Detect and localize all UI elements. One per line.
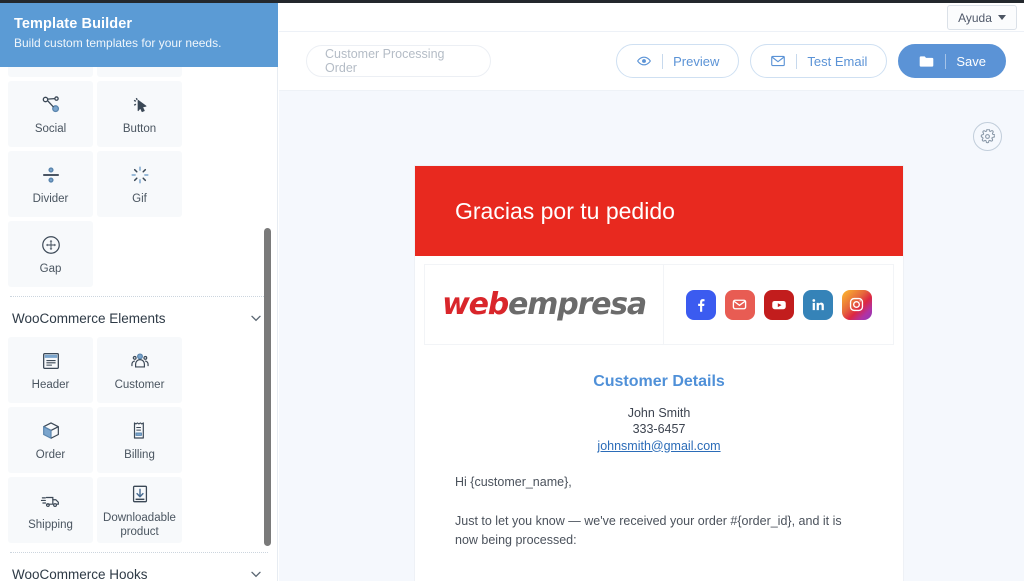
button-separator [945,53,947,69]
webempresa-logo: webempresa [442,287,647,322]
template-name-input[interactable]: Customer Processing Order [306,45,491,77]
woocommerce-elements-grid: Header Customer Order Billing Shipping D… [8,337,270,543]
chevron-down-icon[interactable] [248,566,264,581]
customer-phone: 333-6457 [632,422,686,437]
eye-icon [636,53,652,69]
email-greeting: Hi {customer_name}, [455,475,572,490]
element-tile-label: Gif [132,193,147,206]
gap-icon [40,231,62,259]
element-tile-shipping[interactable]: Shipping [8,477,93,543]
customer-email-link[interactable]: johnsmith@gmail.com [455,438,863,455]
app-root: Text Image Social Button Divider Gif Gap… [0,0,1024,581]
element-tile-label: Shipping [28,519,73,532]
editor-toolbar: Customer Processing Order Preview Test E… [279,32,1024,91]
logo-text-gray: empresa [508,287,647,322]
customer-details-heading: Customer Details [593,373,725,390]
basic-elements-grid: Text Image Social Button Divider Gif Gap [8,11,270,287]
email-logo-cell[interactable]: webempresa [424,264,664,345]
template-name-value: Customer Processing Order [325,47,445,75]
preview-button[interactable]: Preview [616,44,740,78]
elements-sidebar: Text Image Social Button Divider Gif Gap… [0,3,278,581]
envelope-icon [770,53,786,69]
element-tile-image[interactable]: Image [97,11,182,77]
email-brand-row[interactable]: webempresa [424,264,894,345]
element-tile-order[interactable]: Order [8,407,93,473]
order-box-icon [40,417,62,445]
element-tile-button[interactable]: Button [97,81,182,147]
save-label: Save [956,53,986,69]
top-bar: Ayuda [279,3,1024,32]
email-body-paragraph: Just to let you know — we've received yo… [455,513,842,548]
help-label: Ayuda [958,10,992,25]
customer-icon [129,347,151,375]
gif-icon [129,161,151,189]
element-tile-gap[interactable]: Gap [8,221,93,287]
element-tile-label: Button [122,123,157,136]
test-email-button[interactable]: Test Email [750,44,888,78]
element-tile-label: Gap [39,263,62,276]
linkedin-icon[interactable] [802,289,833,320]
logo-text-red: web [442,287,509,322]
section-header-woocommerce-elements[interactable]: WooCommerce Elements [8,297,270,337]
section-title: WooCommerce Elements [12,310,166,326]
save-button[interactable]: Save [898,44,1006,78]
element-tile-label: Text [39,53,62,66]
element-tile-downloadable-product[interactable]: Downloadable product [97,477,182,543]
toolbar-actions: Preview Test Email Save [616,44,1006,78]
element-tile-label: Billing [124,449,155,462]
main-area: Ayuda Customer Processing Order Preview … [279,3,1024,581]
gear-icon[interactable] [973,122,1002,151]
sidebar-scroll-area: Text Image Social Button Divider Gif Gap… [0,3,277,581]
email-icon[interactable] [724,289,755,320]
customer-name: John Smith [627,406,691,420]
divider-icon [40,161,62,189]
element-tile-label: Header [31,379,70,392]
caret-down-icon [997,15,1006,20]
header-block-icon [40,347,62,375]
button-icon [129,91,151,119]
youtube-icon[interactable] [763,289,794,320]
instagram-icon[interactable] [841,289,872,320]
facebook-icon[interactable] [685,289,716,320]
email-social-cell[interactable] [664,264,894,345]
image-icon [129,21,151,49]
element-tile-customer[interactable]: Customer [97,337,182,403]
billing-receipt-icon [129,417,151,445]
sidebar-scrollbar-track[interactable] [264,6,274,581]
element-tile-billing[interactable]: Billing [97,407,182,473]
element-tile-divider[interactable]: Divider [8,151,93,217]
text-icon [40,21,62,49]
help-dropdown[interactable]: Ayuda [947,5,1017,30]
section-title: WooCommerce Hooks [12,566,148,581]
email-hero-heading: Gracias por tu pedido [455,197,675,224]
preview-label: Preview [673,53,720,69]
shipping-truck-icon [40,487,62,515]
element-tile-label: Order [35,449,66,462]
download-icon [129,480,151,508]
test-email-label: Test Email [807,53,868,69]
element-tile-gif[interactable]: Gif [97,151,182,217]
element-tile-label: Downloadable product [103,512,176,538]
button-separator [796,53,798,69]
email-preview[interactable]: Gracias por tu pedido webempresa Custome… [415,166,903,581]
element-tile-text[interactable]: Text [8,11,93,77]
element-tile-label: Image [123,53,156,66]
save-folder-icon [918,53,935,70]
email-hero-block[interactable]: Gracias por tu pedido [415,166,903,256]
element-tile-label: Social [34,123,67,136]
email-body[interactable]: Customer Details John Smith 333-6457 joh… [415,345,903,551]
button-separator [662,53,664,69]
sidebar-scrollbar-thumb[interactable] [264,228,271,546]
section-header-woocommerce-hooks[interactable]: WooCommerce Hooks [8,553,270,581]
element-tile-label: Customer [114,379,165,392]
chevron-down-icon[interactable] [248,310,264,326]
social-icon [40,91,62,119]
element-tile-label: Divider [32,193,69,206]
element-tile-header[interactable]: Header [8,337,93,403]
element-tile-social[interactable]: Social [8,81,93,147]
